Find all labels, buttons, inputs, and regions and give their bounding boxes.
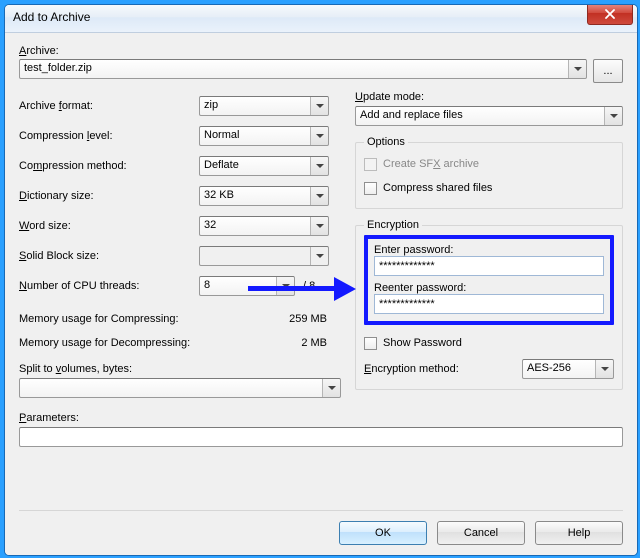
reenter-password-label: Reenter password: [374, 282, 604, 294]
word-size-combo[interactable]: 32 [199, 216, 329, 236]
cpu-threads-label: Number of CPU threads: [19, 280, 199, 292]
enter-password-input[interactable] [374, 256, 604, 276]
chevron-down-icon [276, 277, 294, 295]
chevron-down-icon [310, 97, 328, 115]
update-mode-label: Update mode: [355, 91, 623, 103]
browse-button[interactable]: ... [593, 59, 623, 83]
solid-block-combo [199, 246, 329, 266]
cpu-threads-combo[interactable]: 8 [199, 276, 295, 296]
chevron-down-icon [322, 379, 340, 397]
ok-button[interactable]: OK [339, 521, 427, 545]
archive-format-combo[interactable]: zip [199, 96, 329, 116]
update-mode-combo[interactable]: Add and replace files [355, 106, 623, 126]
chevron-down-icon [595, 360, 613, 378]
split-volumes-combo[interactable] [19, 378, 341, 398]
encryption-legend: Encryption [364, 219, 422, 231]
archive-path-value: test_folder.zip [24, 62, 92, 74]
show-password-label: Show Password [383, 337, 462, 349]
compress-shared-label: Compress shared files [383, 182, 492, 194]
compress-shared-checkbox[interactable] [364, 182, 377, 195]
create-sfx-checkbox [364, 158, 377, 171]
cpu-threads-max: / 8 [295, 280, 315, 292]
encryption-method-label: Encryption method: [364, 363, 522, 375]
compression-level-label: Compression level: [19, 130, 199, 142]
chevron-down-icon [568, 60, 586, 78]
help-button[interactable]: Help [535, 521, 623, 545]
dictionary-size-combo[interactable]: 32 KB [199, 186, 329, 206]
titlebar: Add to Archive [5, 5, 637, 33]
chevron-down-icon [310, 157, 328, 175]
mem-compress-label: Memory usage for Compressing: [19, 313, 219, 325]
parameters-label: Parameters: [19, 412, 623, 424]
enter-password-label: Enter password: [374, 244, 604, 256]
window-title: Add to Archive [13, 10, 90, 24]
show-password-checkbox[interactable] [364, 337, 377, 350]
archive-path-combo[interactable]: test_folder.zip [19, 59, 587, 79]
dialog-window: Add to Archive Archive: test_folder.zip … [4, 4, 638, 556]
archive-format-label: Archive format: [19, 100, 199, 112]
mem-compress-value: 259 MB [219, 313, 341, 325]
compression-method-label: Compression method: [19, 160, 199, 172]
parameters-input[interactable] [19, 427, 623, 447]
password-highlight: Enter password: Reenter password: [364, 235, 614, 325]
chevron-down-icon [310, 247, 328, 265]
encryption-group: Encryption Enter password: Reenter passw… [355, 219, 623, 390]
solid-block-label: Solid Block size: [19, 250, 199, 262]
mem-decompress-value: 2 MB [219, 337, 341, 349]
client-area: Archive: test_folder.zip ... Archive for… [5, 33, 637, 555]
mem-decompress-label: Memory usage for Decompressing: [19, 337, 219, 349]
button-bar: OK Cancel Help [19, 510, 623, 545]
close-button[interactable] [587, 4, 633, 25]
create-sfx-label: Create SFX archive [383, 158, 479, 170]
archive-label: Archive: [19, 45, 59, 57]
compression-level-combo[interactable]: Normal [199, 126, 329, 146]
chevron-down-icon [310, 187, 328, 205]
chevron-down-icon [310, 127, 328, 145]
chevron-down-icon [310, 217, 328, 235]
close-icon [605, 9, 615, 19]
encryption-method-combo[interactable]: AES-256 [522, 359, 614, 379]
options-legend: Options [364, 136, 408, 148]
options-group: Options Create SFX archive Compress shar… [355, 136, 623, 209]
cancel-button[interactable]: Cancel [437, 521, 525, 545]
word-size-label: Word size: [19, 220, 199, 232]
compression-method-combo[interactable]: Deflate [199, 156, 329, 176]
reenter-password-input[interactable] [374, 294, 604, 314]
chevron-down-icon [604, 107, 622, 125]
dictionary-size-label: Dictionary size: [19, 190, 199, 202]
split-volumes-label: Split to volumes, bytes: [19, 363, 341, 375]
